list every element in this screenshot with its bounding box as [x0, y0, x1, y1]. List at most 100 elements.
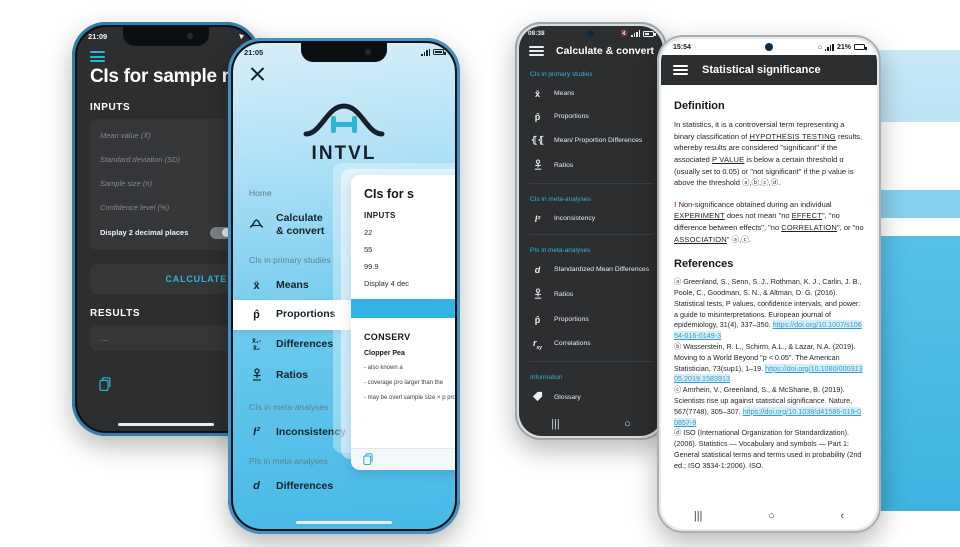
bell-curve-interval-logo — [303, 103, 385, 137]
warning-text-5: " ⓐ,ⓒ. — [726, 234, 751, 244]
list-item-label: Standardized Mean Differences — [554, 266, 650, 273]
divider — [529, 183, 653, 184]
link-correlation[interactable]: CORRELATION — [781, 223, 837, 232]
warning-text-2: does not mean "no — [724, 211, 792, 221]
hamburger-menu-icon[interactable] — [90, 51, 105, 62]
home-button[interactable]: ○ — [624, 418, 631, 430]
link-hypothesis-testing[interactable]: HYPOTHESIS TESTING — [749, 132, 835, 141]
screenshot-canvas: 21:09 CIs for sample m INPUTS Mean value… — [0, 0, 960, 547]
card-value-1: 22 — [364, 228, 373, 237]
battery-icon — [433, 49, 446, 55]
list-item-label: Means — [554, 90, 575, 97]
status-time: 21:09 — [88, 31, 108, 41]
list-item-pi-proportions[interactable]: p̂ Proportions — [519, 308, 663, 331]
phone1-notch — [123, 27, 209, 46]
list-item-label: Ratios — [554, 162, 574, 169]
phone-article-statistical-significance: 15:54 ⌂ 21% Statistical significance Def… — [657, 35, 881, 533]
signal-bars-icon — [631, 30, 640, 37]
list-item-glossary[interactable]: Glossary — [519, 385, 663, 411]
section-results-label: RESULTS — [90, 308, 141, 319]
home-network-icon: ⌂ — [817, 43, 822, 51]
home-button[interactable]: ○ — [768, 510, 775, 522]
front-camera-icon — [187, 33, 193, 39]
results-card: ... — [90, 325, 242, 351]
i-squared-icon: I² — [253, 426, 260, 439]
reference-item-d: ⓓ ISO (International Organization for St… — [674, 428, 864, 471]
decimal-places-row[interactable]: Display 2 decimal places — [100, 219, 232, 246]
copy-document-icon[interactable] — [99, 377, 112, 397]
calculate-button[interactable]: CALCULATE — [90, 264, 242, 294]
section-header-cis-primary: CIs in primary studies — [530, 71, 593, 78]
link-experiment[interactable]: EXPERIMENT — [674, 211, 725, 220]
references-list: ⓐ Greenland, S., Senn, S. J., Rothman, K… — [674, 277, 864, 471]
bell-curve-icon — [249, 219, 264, 231]
list-item-label: Proportions — [554, 113, 589, 120]
i-squared-icon: I² — [534, 213, 541, 224]
card-calculate-button[interactable] — [351, 299, 455, 318]
reference-item-b: ⓑ Wasserstein, R. L., Schirm, A.L., & La… — [674, 342, 864, 385]
link-effect[interactable]: EFFECT — [792, 211, 822, 220]
card-decimal-label: Display 4 dec — [364, 279, 410, 288]
r-xy-icon: rxy — [532, 337, 543, 351]
copy-document-icon[interactable] — [363, 453, 374, 466]
tag-icon — [531, 391, 544, 404]
input-standard-deviation[interactable]: Standard deviation (SD) — [100, 147, 232, 171]
input-confidence-level[interactable]: Confidence level (%) — [100, 195, 232, 219]
status-time: 15:54 — [673, 43, 691, 51]
hamburger-menu-icon[interactable] — [529, 46, 544, 56]
input-mean-value[interactable]: Mean value (X̄) — [100, 123, 232, 147]
home-indicator — [296, 521, 392, 524]
recents-button[interactable]: ||| — [551, 418, 560, 430]
list-item-means[interactable]: x̄ Means — [519, 82, 663, 105]
link-association[interactable]: ASSOCIATION — [674, 235, 727, 244]
nav-item-pi-differences[interactable]: d Differences — [233, 472, 455, 501]
app-logo: INTVL — [233, 100, 455, 165]
list-item-ratios[interactable]: Ratios — [519, 152, 663, 179]
link-p-value[interactable]: P VALUE — [712, 155, 744, 164]
list-item-label: Ratios — [554, 291, 574, 298]
list-item-pi-ratios[interactable]: Ratios — [519, 281, 663, 308]
list-item-correlations[interactable]: rxy Correlations — [519, 331, 663, 357]
divider — [529, 360, 653, 362]
inputs-card: Mean value (X̄) Standard deviation (SD) … — [90, 119, 242, 250]
list-item-proportions[interactable]: p̂ Proportions — [519, 105, 663, 128]
status-indicators: 🔇 — [620, 30, 656, 37]
card-bullet-1: - also known a — [364, 365, 403, 371]
page-title: Calculate & convert — [556, 45, 655, 57]
close-x-icon[interactable] — [249, 65, 266, 82]
list-item-label: Proportions — [554, 316, 589, 323]
battery-icon — [854, 44, 867, 50]
mute-icon: 🔇 — [620, 31, 628, 37]
card-value-2: 55 — [364, 245, 373, 254]
input-sample-size[interactable]: Sample size (n) — [100, 171, 232, 195]
recents-button[interactable]: ||| — [694, 510, 703, 522]
nav-item-label: Differences — [276, 479, 334, 492]
phone-navigation-drawer: 21:05 INTVL Home Calculate & convert CIs… — [228, 38, 460, 534]
list-item-mean-proportion-differences[interactable]: ⦃⦃ Mean/ Proportion Differences — [519, 128, 663, 152]
nav-item-label: Means — [276, 279, 309, 292]
battery-icon — [643, 30, 656, 37]
nav-item-label: Proportions — [276, 308, 336, 321]
reference-item-c: ⓒ Amrhein, V., Greenland, S., & McShane,… — [674, 385, 864, 428]
divider — [529, 234, 653, 235]
ratio-icon — [531, 159, 544, 173]
punch-hole-camera-icon — [765, 43, 773, 51]
list-item-inconsistency[interactable]: I² Inconsistency — [519, 207, 663, 230]
section-header-pis-meta: PIs in meta-analyses — [530, 247, 591, 254]
list-item-standardized-mean-differences[interactable]: d Standardized Mean Differences — [519, 258, 663, 281]
hamburger-menu-icon[interactable] — [673, 64, 688, 76]
references-heading: References — [674, 258, 734, 271]
calculate-label: CALCULATE — [165, 274, 227, 284]
card-footer — [351, 448, 455, 470]
nav-item-label: Ratios — [276, 369, 309, 382]
back-button[interactable]: ‹ — [840, 510, 844, 522]
card-section-inputs: INPUTS — [364, 211, 396, 220]
decorative-block-white-1 — [890, 122, 960, 190]
phone4-screen: 15:54 ⌂ 21% Statistical significance Def… — [661, 39, 877, 529]
card-title: CIs for s — [364, 187, 415, 201]
status-indicators: ⌂ 21% — [817, 43, 867, 51]
reference-text: ISO (International Organization for Stan… — [674, 428, 862, 470]
page-title: CIs for sample m — [90, 66, 239, 87]
ratio-icon — [531, 288, 544, 302]
section-header-cis-meta: CIs in meta-analyses — [530, 196, 591, 203]
